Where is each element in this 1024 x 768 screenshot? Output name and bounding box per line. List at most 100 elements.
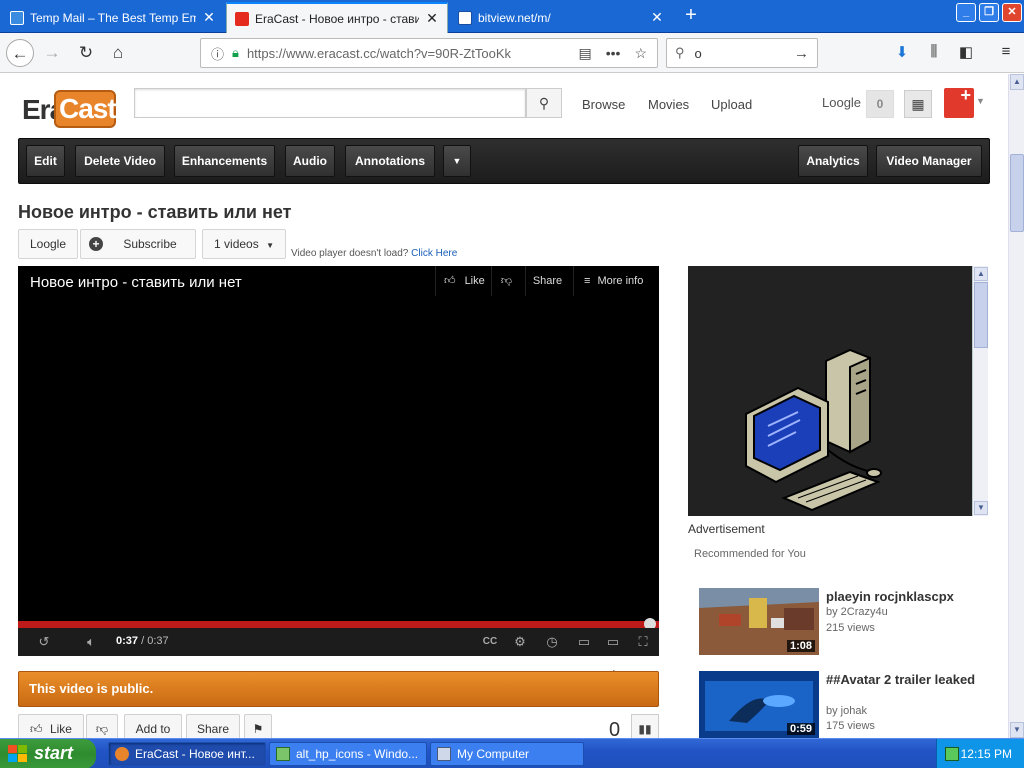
search-go-icon[interactable]: → bbox=[794, 45, 809, 62]
more-actions-dropdown[interactable]: ▼ bbox=[443, 145, 471, 177]
small-player-icon[interactable]: ▭ bbox=[574, 633, 594, 651]
recommended-author[interactable]: by 2Crazy4u bbox=[826, 606, 888, 618]
site-search-button[interactable]: ⚲ bbox=[526, 88, 562, 118]
tab-label: bitview.net/m/ bbox=[478, 10, 551, 25]
like-button[interactable]: 👍︎ Like bbox=[18, 714, 84, 738]
replay-icon[interactable]: ↺ bbox=[34, 633, 54, 651]
player-like-button[interactable]: 👍︎ Like bbox=[435, 266, 491, 296]
library-icon[interactable]: ⫼ bbox=[924, 43, 944, 63]
taskbar-item-alt-hp-icons[interactable]: alt_hp_icons - Windo... bbox=[269, 742, 427, 766]
firefox-icon bbox=[115, 747, 129, 761]
page-scrollbar[interactable]: ▲ ▼ bbox=[1008, 74, 1024, 738]
close-window-button[interactable]: ✕ bbox=[1002, 3, 1022, 22]
subscribe-button[interactable]: + Subscribe bbox=[80, 229, 196, 259]
chevron-down-icon[interactable]: ▼ bbox=[976, 96, 985, 106]
notification-count[interactable]: 0 bbox=[866, 90, 894, 118]
add-to-button[interactable]: Add to bbox=[124, 714, 182, 738]
player-dislike-button[interactable]: 👎︎ bbox=[491, 266, 521, 296]
click-here-link[interactable]: Click Here bbox=[411, 248, 457, 259]
username-link[interactable]: Loogle bbox=[822, 95, 861, 110]
bookmark-star-icon[interactable]: ☆ bbox=[634, 45, 647, 62]
tab-bitview[interactable]: bitview.net/m/ ✕ bbox=[450, 2, 672, 33]
audio-button[interactable]: Audio bbox=[285, 145, 335, 177]
flag-icon[interactable]: ⚑ bbox=[244, 714, 272, 738]
recommended-views: 175 views bbox=[826, 720, 875, 732]
scroll-down-icon[interactable]: ▼ bbox=[974, 501, 988, 515]
network-icon[interactable] bbox=[945, 747, 959, 761]
info-icon[interactable]: ⓘ bbox=[211, 44, 224, 63]
reader-view-icon[interactable]: ▤ bbox=[578, 45, 591, 62]
url-bar[interactable]: ⓘ 🔒︎ https://www.eracast.cc/watch?v=90R-… bbox=[200, 38, 658, 68]
new-tab-button[interactable]: + bbox=[680, 5, 702, 27]
back-button[interactable]: ← bbox=[6, 39, 34, 67]
scroll-up-icon[interactable]: ▲ bbox=[1010, 74, 1024, 90]
edit-button[interactable]: Edit bbox=[26, 145, 65, 177]
download-icon[interactable]: ⬇ bbox=[892, 43, 912, 63]
minimize-button[interactable]: _ bbox=[956, 3, 976, 22]
lock-icon: 🔒︎ bbox=[232, 45, 239, 60]
progress-bar[interactable] bbox=[18, 621, 659, 628]
taskbar-item-my-computer[interactable]: My Computer bbox=[430, 742, 584, 766]
videos-count-dropdown[interactable]: 1 videos ▼ bbox=[202, 229, 286, 259]
search-bar[interactable]: ⚲ o → bbox=[666, 38, 818, 68]
close-icon[interactable]: ✕ bbox=[425, 10, 439, 27]
nav-upload-link[interactable]: Upload bbox=[711, 97, 752, 112]
settings-gear-icon[interactable]: ⚙ bbox=[510, 633, 530, 651]
tab-eracast[interactable]: EraCast - Новое интро - ставить ✕ bbox=[226, 2, 448, 33]
ad-scrollbar[interactable]: ▲ ▼ bbox=[972, 266, 988, 516]
advertisement-banner[interactable] bbox=[688, 266, 988, 516]
delete-video-button[interactable]: Delete Video bbox=[75, 145, 165, 177]
search-icon: ⚲ bbox=[675, 45, 685, 60]
close-icon[interactable]: ✕ bbox=[202, 9, 216, 26]
tab-temp-mail[interactable]: Temp Mail – The Best Temp Email I ✕ bbox=[2, 2, 224, 33]
system-tray: 12:15 PM bbox=[936, 739, 1024, 768]
thumbs-up-icon: 👍︎ bbox=[30, 722, 43, 736]
player-more-info-button[interactable]: ≡ More info bbox=[573, 266, 659, 296]
sidebar-icon[interactable]: ◧ bbox=[956, 43, 976, 63]
scrollbar-thumb[interactable] bbox=[1010, 154, 1024, 232]
start-label: start bbox=[34, 743, 74, 763]
annotations-button[interactable]: Annotations bbox=[345, 145, 435, 177]
close-icon[interactable]: ✕ bbox=[650, 9, 664, 26]
url-text[interactable]: https://www.eracast.cc/watch?v=90R-ZtToo… bbox=[247, 46, 511, 61]
home-button[interactable]: ⌂ bbox=[104, 39, 132, 67]
stats-icon[interactable]: ▮▮ bbox=[631, 714, 659, 738]
channel-name-button[interactable]: Loogle bbox=[18, 229, 78, 259]
captions-icon[interactable]: CC bbox=[480, 633, 500, 651]
player-title[interactable]: Новое интро - ставить или нет bbox=[30, 274, 242, 291]
recommended-title[interactable]: plaeyin rocjnklascpx bbox=[826, 589, 976, 604]
video-player[interactable]: Новое интро - ставить или нет 👍︎ Like 👎︎… bbox=[18, 266, 659, 656]
nav-movies-link[interactable]: Movies bbox=[648, 97, 689, 112]
nav-browse-link[interactable]: Browse bbox=[582, 97, 625, 112]
enhancements-button[interactable]: Enhancements bbox=[174, 145, 275, 177]
volume-icon[interactable]: 🔈︎ bbox=[80, 633, 102, 651]
scrollbar-thumb[interactable] bbox=[974, 282, 988, 348]
page-actions-icon[interactable]: ••• bbox=[606, 45, 621, 62]
analytics-button[interactable]: Analytics bbox=[798, 145, 868, 177]
reload-button[interactable]: ↻ bbox=[72, 39, 100, 67]
player-share-button[interactable]: Share bbox=[525, 266, 569, 296]
site-search-input[interactable] bbox=[134, 88, 526, 118]
fullscreen-icon[interactable]: ⛶ bbox=[632, 633, 654, 651]
user-avatar[interactable]: + bbox=[944, 86, 974, 118]
menu-icon[interactable]: ≡ bbox=[996, 43, 1016, 63]
video-manager-button[interactable]: Video Manager bbox=[876, 145, 982, 177]
apps-grid-icon[interactable]: ▦ bbox=[904, 90, 932, 118]
scroll-down-icon[interactable]: ▼ bbox=[1010, 722, 1024, 738]
share-button[interactable]: Share bbox=[186, 714, 240, 738]
maximize-button[interactable]: ❐ bbox=[979, 3, 999, 22]
forward-button[interactable]: → bbox=[38, 39, 66, 67]
eracast-logo[interactable]: Era Cast bbox=[22, 86, 118, 130]
recommended-thumbnail[interactable]: 1:08 bbox=[699, 588, 819, 655]
recommended-author[interactable]: by johak bbox=[826, 705, 867, 717]
taskbar-item-eracast[interactable]: EraCast - Новое инт... bbox=[108, 742, 266, 766]
recommended-thumbnail[interactable]: 0:59 bbox=[699, 671, 819, 738]
watch-later-icon[interactable]: ◷ bbox=[542, 633, 562, 651]
start-button[interactable]: start bbox=[0, 739, 96, 768]
clock[interactable]: 12:15 PM bbox=[961, 747, 1012, 761]
search-text[interactable]: o bbox=[695, 46, 702, 61]
recommended-title[interactable]: ##Avatar 2 trailer leaked bbox=[826, 672, 976, 687]
scroll-up-icon[interactable]: ▲ bbox=[974, 267, 988, 281]
large-player-icon[interactable]: ▭ bbox=[602, 633, 624, 651]
dislike-button[interactable]: 👎︎ bbox=[86, 714, 118, 738]
